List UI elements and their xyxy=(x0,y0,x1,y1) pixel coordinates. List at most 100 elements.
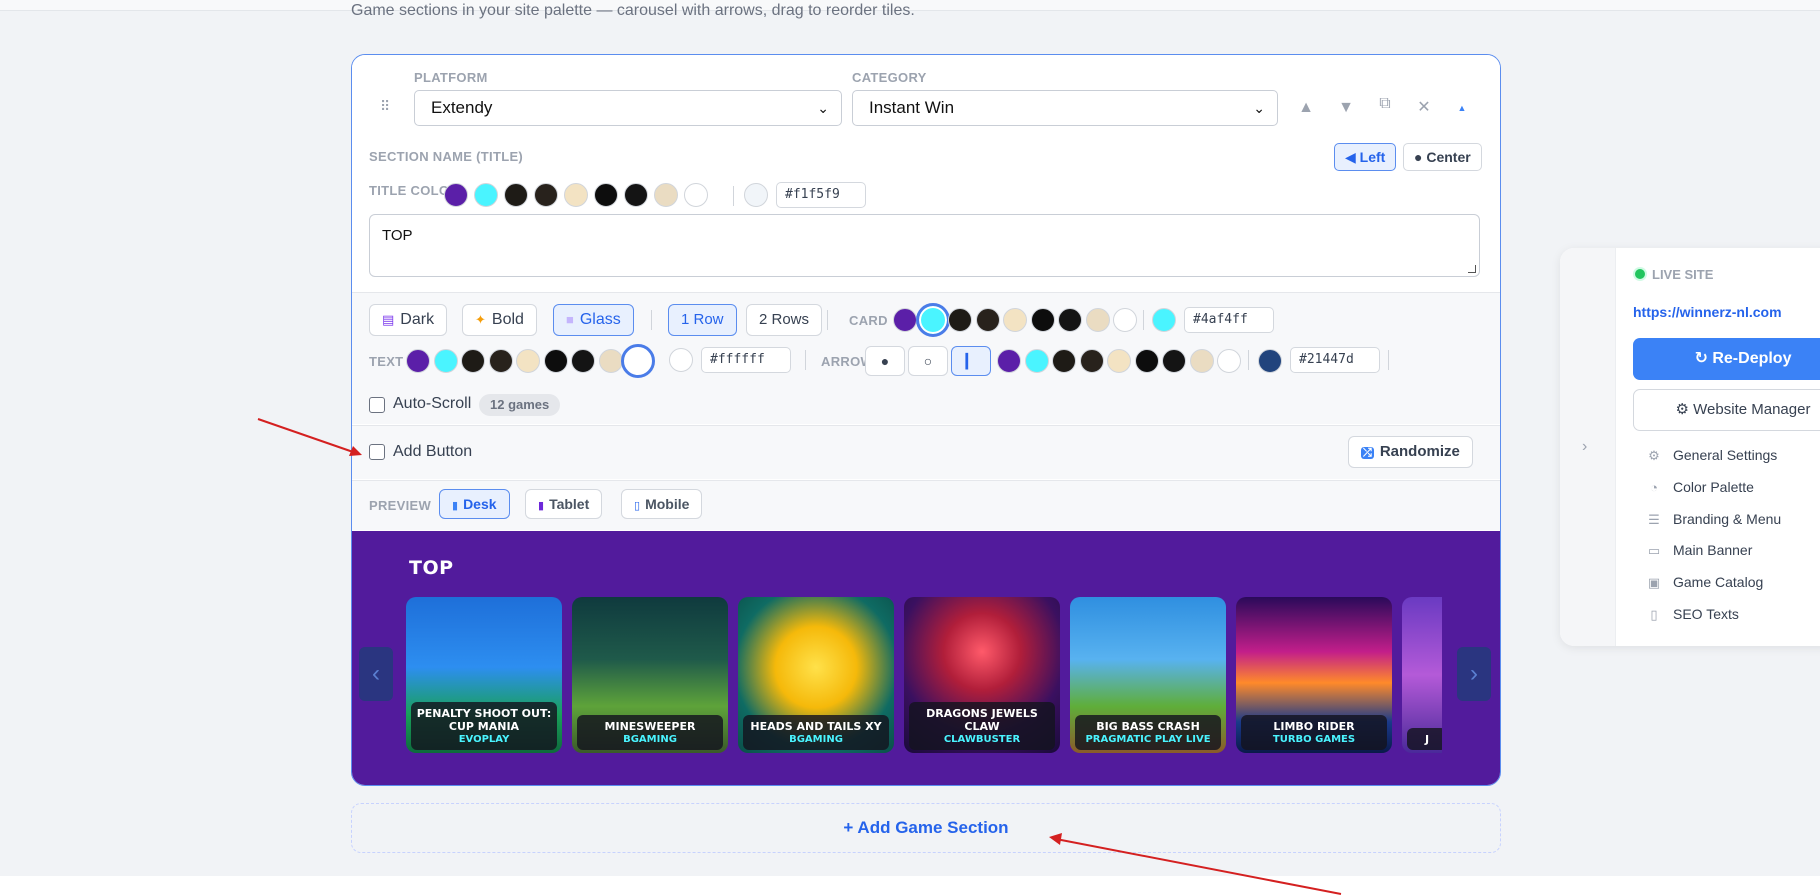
menu-item-color-palette[interactable]: ◔ Color Palette xyxy=(1645,479,1754,495)
title-color-swatch[interactable] xyxy=(474,183,498,207)
title-color-swatch[interactable] xyxy=(624,183,648,207)
title-color-custom-swatch[interactable] xyxy=(744,183,768,207)
card-color-swatch[interactable] xyxy=(1003,308,1027,332)
text-color-swatch[interactable] xyxy=(488,349,513,373)
arrow-style-outline-button[interactable]: ○ xyxy=(908,346,948,376)
arrow-color-swatch[interactable] xyxy=(1079,349,1104,373)
randomize-button[interactable]: ⤮ Randomize xyxy=(1348,436,1473,468)
card-color-swatch[interactable] xyxy=(1058,308,1082,332)
annotation-arrow-line xyxy=(257,418,357,454)
game-tile[interactable]: BIG BASS CRASH PRAGMATIC PLAY LIVE xyxy=(1070,597,1226,753)
align-left-button[interactable]: ◀ Left xyxy=(1334,143,1397,171)
redeploy-button[interactable]: ↻ Re-Deploy xyxy=(1633,338,1820,380)
drag-handle-icon[interactable]: ⠿ xyxy=(380,99,392,123)
style-dark-button[interactable]: ▤ Dark xyxy=(369,304,448,336)
duplicate-icon[interactable]: ⧉ xyxy=(1374,93,1396,115)
title-color-swatch[interactable] xyxy=(594,183,618,207)
style-controls: ▤ Dark ✦ Bold ■ Glass 1 Row 2 Rows CARD #4a… xyxy=(352,292,1500,424)
collapse-icon[interactable]: ▲ xyxy=(1451,97,1473,119)
title-color-swatch[interactable] xyxy=(684,183,708,207)
card-color-swatch[interactable] xyxy=(893,308,917,332)
card-color-swatch[interactable] xyxy=(1113,308,1137,332)
text-color-swatch[interactable] xyxy=(406,349,430,373)
game-tile[interactable]: HEADS AND TAILS XY BGAMING xyxy=(738,597,894,753)
section-title-input[interactable]: TOP xyxy=(369,214,1480,277)
title-color-swatch[interactable] xyxy=(654,183,678,207)
move-up-icon[interactable]: ▲ xyxy=(1295,97,1317,119)
text-color-custom-swatch[interactable] xyxy=(669,348,693,372)
game-tile[interactable]: DRAGONS JEWELS CLAW CLAWBUSTER xyxy=(904,597,1060,753)
preview-desk-button[interactable]: ▮ Desk xyxy=(439,489,510,519)
add-button-checkbox[interactable] xyxy=(369,444,385,460)
arrow-style-bar-button[interactable]: ▎ xyxy=(951,346,991,376)
text-color-swatch[interactable] xyxy=(433,349,458,373)
category-select[interactable]: Instant Win ⌄ xyxy=(852,90,1278,126)
text-color-swatch[interactable] xyxy=(621,344,655,378)
game-caption: J xyxy=(1407,728,1442,750)
carousel-prev-arrow[interactable]: ‹ xyxy=(359,647,393,701)
arrow-color-swatch[interactable] xyxy=(1189,349,1214,373)
panel-rail[interactable]: › xyxy=(1560,248,1616,646)
text-color-swatch[interactable] xyxy=(461,349,485,373)
style-glass-button[interactable]: ■ Glass xyxy=(553,304,634,336)
arrow-color-swatch[interactable] xyxy=(1217,349,1241,373)
add-button-label: Add Button xyxy=(393,443,473,460)
game-tile[interactable]: PENALTY SHOOT OUT: CUP MANIA EVOPLAY xyxy=(406,597,562,753)
arrow-color-hex-input[interactable]: #21447d xyxy=(1290,347,1380,373)
site-url-link[interactable]: https://winnerz-nl.com xyxy=(1633,304,1782,320)
text-color-swatch[interactable] xyxy=(598,349,623,373)
game-tile[interactable]: MINESWEEPER BGAMING xyxy=(572,597,728,753)
card-color-swatch[interactable] xyxy=(975,308,1000,332)
style-bold-button[interactable]: ✦ Bold xyxy=(462,304,537,336)
game-tile[interactable]: LIMBO RIDER TURBO GAMES xyxy=(1236,597,1392,753)
arrow-color-swatch[interactable] xyxy=(997,349,1021,373)
menu-item-main-banner[interactable]: ▭ Main Banner xyxy=(1645,542,1753,559)
carousel-next-arrow[interactable]: › xyxy=(1457,647,1491,701)
text-color-swatch[interactable] xyxy=(543,349,568,373)
arrow-style-filled-button[interactable]: ● xyxy=(865,346,905,376)
add-game-section-button[interactable]: + Add Game Section xyxy=(351,803,1501,853)
divider xyxy=(1248,350,1249,370)
game-tile[interactable]: J xyxy=(1402,597,1442,753)
card-color-swatch[interactable] xyxy=(915,303,950,337)
menu-item-general-settings[interactable]: ⚙ General Settings xyxy=(1645,447,1777,464)
website-manager-button[interactable]: ⚙ Website Manager xyxy=(1633,389,1820,431)
card-color-swatch[interactable] xyxy=(948,308,972,332)
auto-scroll-checkbox[interactable] xyxy=(369,397,385,413)
card-color-custom-swatch[interactable] xyxy=(1152,308,1176,332)
preview-tablet-button[interactable]: ▮ Tablet xyxy=(525,489,603,519)
chevron-right-icon[interactable]: › xyxy=(1582,438,1587,456)
game-provider: BGAMING xyxy=(789,734,843,745)
arrow-color-swatch[interactable] xyxy=(1107,349,1131,373)
title-color-swatch[interactable] xyxy=(504,183,528,207)
title-color-swatch[interactable] xyxy=(534,183,558,207)
title-color-swatch[interactable] xyxy=(564,183,588,207)
move-down-icon[interactable]: ▼ xyxy=(1335,97,1357,119)
text-color-hex-input[interactable]: #ffffff xyxy=(701,347,791,373)
text-color-swatch[interactable] xyxy=(571,349,595,373)
card-color-swatch[interactable] xyxy=(1030,308,1055,332)
align-center-button[interactable]: ● Center xyxy=(1403,143,1482,171)
menu-item-game-catalog[interactable]: ▣ Game Catalog xyxy=(1645,574,1763,591)
two-rows-button[interactable]: 2 Rows xyxy=(746,304,823,336)
menu-item-seo-texts[interactable]: ▯ SEO Texts xyxy=(1645,606,1738,623)
game-caption: LIMBO RIDER TURBO GAMES xyxy=(1241,715,1387,750)
arrow-color-swatch[interactable] xyxy=(1024,349,1049,373)
arrow-color-swatch[interactable] xyxy=(1052,349,1076,373)
arrow-color-swatch[interactable] xyxy=(1162,349,1186,373)
arrow-color-swatch[interactable] xyxy=(1134,349,1159,373)
arrow-color-custom-swatch[interactable] xyxy=(1258,349,1282,373)
preview-mobile-button[interactable]: ▯ Mobile xyxy=(621,489,703,519)
title-color-swatch[interactable] xyxy=(444,183,468,207)
platform-select[interactable]: Extendy ⌄ xyxy=(414,90,842,126)
menu-item-branding-menu[interactable]: ☰ Branding & Menu xyxy=(1645,511,1781,528)
resize-handle-icon[interactable] xyxy=(1468,265,1476,273)
title-color-hex-input[interactable]: #f1f5f9 xyxy=(776,182,866,208)
card-color-swatch[interactable] xyxy=(1085,308,1110,332)
style-dark-label: Dark xyxy=(400,311,435,328)
live-site-label: LIVE SITE xyxy=(1652,267,1714,282)
card-color-hex-input[interactable]: #4af4ff xyxy=(1184,307,1274,333)
close-icon[interactable]: ✕ xyxy=(1413,97,1435,119)
text-color-swatch[interactable] xyxy=(516,349,540,373)
one-row-button[interactable]: 1 Row xyxy=(668,304,737,336)
